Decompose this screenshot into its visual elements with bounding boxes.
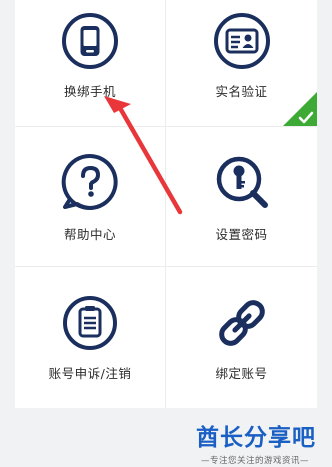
watermark-logo: 酋长分享吧 —专注您关注的游戏资讯— [180, 418, 330, 467]
menu-item-label: 绑定账号 [215, 366, 268, 381]
key-search-icon [216, 156, 268, 208]
account-menu-grid: 换绑手机 实名验证 帮助中心 设置密码 账号申诉/注销 绑定账号 [15, 0, 317, 408]
clipboard-icon [63, 296, 117, 350]
menu-item-label: 账号申诉/注销 [48, 366, 132, 381]
id-card-icon [213, 13, 270, 69]
link-icon [218, 300, 265, 346]
menu-item-bind-account[interactable]: 绑定账号 [166, 267, 317, 408]
menu-item-set-password[interactable]: 设置密码 [166, 127, 317, 267]
menu-item-help-center[interactable]: 帮助中心 [15, 127, 166, 267]
menu-item-account-appeal[interactable]: 账号申诉/注销 [15, 267, 166, 408]
menu-item-label: 换绑手机 [63, 84, 116, 99]
brand-subtitle: —专注您关注的游戏资讯— [200, 456, 309, 466]
help-icon [61, 153, 118, 210]
phone-icon [62, 13, 118, 69]
brand-title: 酋长分享吧 [196, 425, 316, 451]
menu-item-change-phone[interactable]: 换绑手机 [15, 0, 166, 127]
verified-check-icon [283, 92, 317, 126]
menu-item-label: 帮助中心 [63, 227, 116, 242]
menu-item-label: 设置密码 [215, 227, 268, 242]
menu-item-real-name-verification[interactable]: 实名验证 [166, 0, 317, 127]
